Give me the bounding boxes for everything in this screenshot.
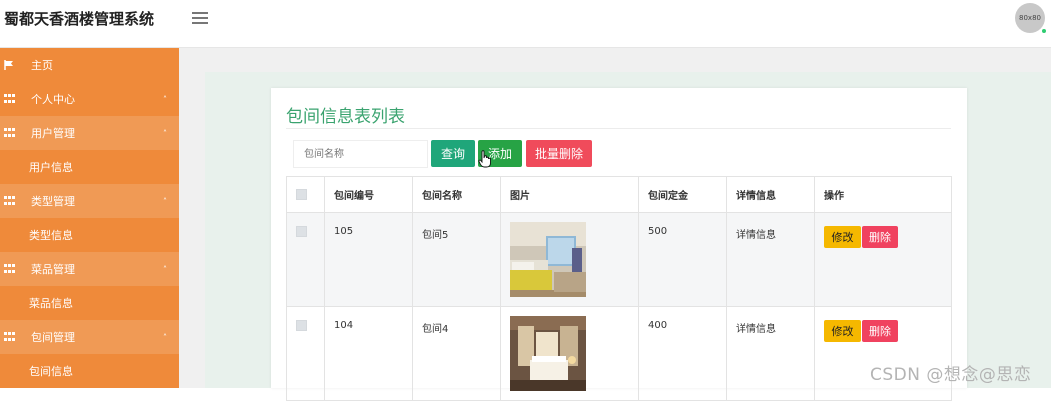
sidebar-item-label: 用户信息 [29, 161, 73, 174]
actions-cell: 修改 删除 [814, 212, 952, 307]
room-name-cell: 包间4 [412, 306, 501, 401]
sidebar-group-dish-management[interactable]: 菜品管理 ˄ [0, 252, 179, 286]
sidebar-item-label: 包间信息 [29, 365, 73, 378]
column-header[interactable]: 包间名称 [412, 176, 501, 213]
chevron-up-icon: ˄ [163, 94, 167, 104]
batch-delete-button[interactable]: 批量删除 [526, 140, 592, 167]
page-title: 包间信息表列表 [286, 107, 405, 127]
sidebar-group-type-management[interactable]: 类型管理 ˄ [0, 184, 179, 218]
row-checkbox[interactable] [296, 226, 307, 237]
image-cell [500, 212, 639, 307]
select-all-checkbox[interactable] [296, 189, 307, 200]
sidebar: 主页 个人中心 ˄ 用户管理 ˄ 用户信息 类型管理 ˄ 类型信息 菜品管理 ˄… [0, 48, 179, 388]
sidebar-item-room-info[interactable]: 包间信息 [0, 354, 179, 388]
divider [286, 128, 951, 129]
sidebar-item-label: 个人中心 [31, 93, 75, 106]
flag-icon [4, 60, 13, 70]
hand-cursor-icon [478, 150, 491, 168]
row-checkbox[interactable] [296, 320, 307, 331]
sidebar-item-label: 主页 [31, 59, 53, 72]
actions-cell: 修改 删除 [814, 306, 952, 401]
search-input[interactable] [293, 140, 428, 168]
table-row: 104 包间4 400 详情信息 修改 删除 [286, 306, 952, 401]
online-status-dot [1041, 28, 1047, 34]
room-id-cell: 104 [324, 306, 413, 401]
sidebar-item-user-info[interactable]: 用户信息 [0, 150, 179, 184]
sidebar-item-home[interactable]: 主页 [0, 48, 179, 82]
edit-button[interactable]: 修改 [824, 320, 861, 342]
grid-icon [4, 94, 15, 104]
column-header: 详情信息 [726, 176, 815, 213]
column-header[interactable]: 包间编号 [324, 176, 413, 213]
hamburger-menu-icon[interactable] [192, 12, 208, 26]
app-title: 蜀都天香酒楼管理系统 [4, 10, 155, 28]
sidebar-item-label: 类型管理 [31, 195, 75, 208]
row-select-cell [286, 212, 325, 307]
column-header: 操作 [814, 176, 952, 213]
room-photo[interactable] [510, 316, 586, 391]
detail-cell: 详情信息 [726, 306, 815, 401]
sidebar-item-label: 包间管理 [31, 331, 75, 344]
delete-button[interactable]: 删除 [862, 320, 898, 342]
sidebar-item-label: 菜品管理 [31, 263, 75, 276]
table-header-row: 包间编号 包间名称 图片 包间定金 详情信息 操作 [286, 176, 952, 213]
deposit-cell: 400 [638, 306, 727, 401]
chevron-up-icon: ˄ [163, 332, 167, 342]
grid-icon [4, 128, 15, 138]
room-photo[interactable] [510, 222, 586, 297]
sidebar-group-room-management[interactable]: 包间管理 ˄ [0, 320, 179, 354]
top-bar: 蜀都天香酒楼管理系统 80x80 [0, 0, 1051, 48]
select-all-cell [286, 176, 325, 213]
sidebar-item-dish-info[interactable]: 菜品信息 [0, 286, 179, 320]
column-header: 图片 [500, 176, 639, 213]
row-select-cell [286, 306, 325, 401]
sidebar-item-type-info[interactable]: 类型信息 [0, 218, 179, 252]
deposit-cell: 500 [638, 212, 727, 307]
edit-button[interactable]: 修改 [824, 226, 861, 248]
list-card: 包间信息表列表 查询 添加 批量删除 包间编号 包间名称 图片 包间定金 详情信… [271, 88, 967, 401]
sidebar-group-user-management[interactable]: 用户管理 ˄ [0, 116, 179, 150]
chevron-up-icon: ˄ [163, 128, 167, 138]
image-cell [500, 306, 639, 401]
chevron-up-icon: ˄ [163, 196, 167, 206]
sidebar-item-label: 用户管理 [31, 127, 75, 140]
room-name-cell: 包间5 [412, 212, 501, 307]
room-id-cell: 105 [324, 212, 413, 307]
watermark: CSDN @想念@思恋 [870, 365, 1032, 385]
sidebar-item-label: 类型信息 [29, 229, 73, 242]
grid-icon [4, 264, 15, 274]
sidebar-item-label: 菜品信息 [29, 297, 73, 310]
delete-button[interactable]: 删除 [862, 226, 898, 248]
room-table: 包间编号 包间名称 图片 包间定金 详情信息 操作 105 包间5 500 详情… [286, 176, 952, 401]
grid-icon [4, 196, 15, 206]
query-button[interactable]: 查询 [431, 140, 475, 167]
detail-cell: 详情信息 [726, 212, 815, 307]
chevron-up-icon: ˄ [163, 264, 167, 274]
column-header[interactable]: 包间定金 [638, 176, 727, 213]
table-row: 105 包间5 500 详情信息 修改 删除 [286, 212, 952, 307]
sidebar-group-personal-center[interactable]: 个人中心 ˄ [0, 82, 179, 116]
grid-icon [4, 332, 15, 342]
